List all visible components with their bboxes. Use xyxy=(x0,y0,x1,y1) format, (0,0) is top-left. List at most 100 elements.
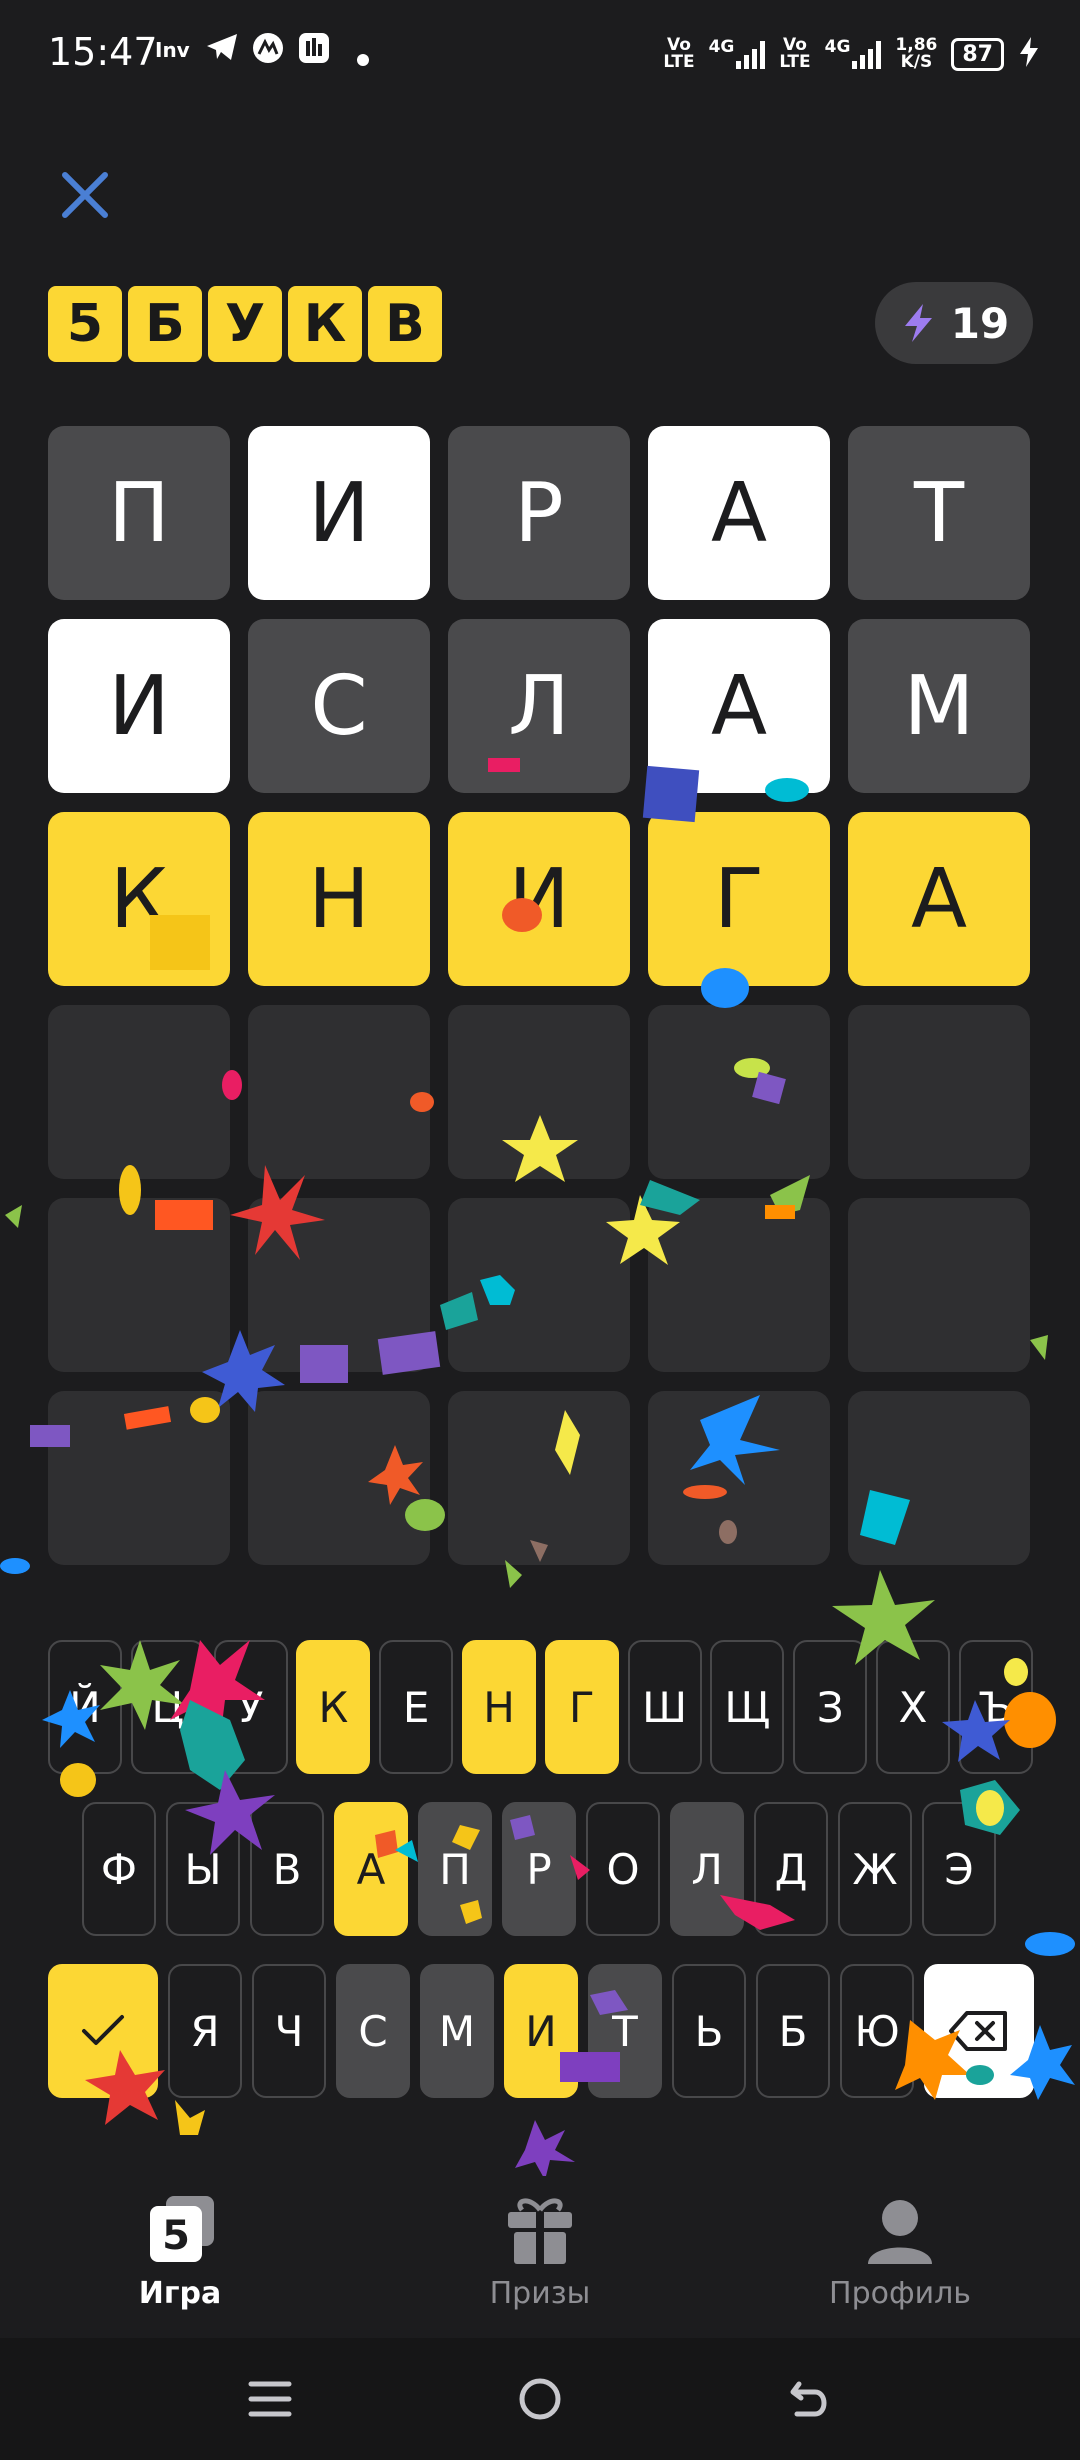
key-unused[interactable]: У xyxy=(213,1640,288,1774)
board-tile-empty xyxy=(648,1198,830,1372)
board-tile-empty xyxy=(448,1198,630,1372)
home-nav-button[interactable] xyxy=(515,2374,565,2428)
check-icon xyxy=(82,2015,124,2045)
key-unused[interactable]: З xyxy=(793,1640,868,1774)
key-unused[interactable]: Ь xyxy=(672,1964,746,2098)
key-unused[interactable]: Д xyxy=(754,1802,828,1936)
status-time: 15:47 xyxy=(48,30,158,74)
board-tile-empty xyxy=(448,1005,630,1179)
telegram-icon xyxy=(205,32,239,70)
board-tile-empty xyxy=(248,1391,430,1565)
app-icon-2 xyxy=(298,32,330,72)
menu-nav-button[interactable] xyxy=(245,2376,295,2426)
key-correct[interactable]: И xyxy=(504,1964,578,2098)
board-tile-empty xyxy=(648,1005,830,1179)
key-correct[interactable]: К xyxy=(296,1640,371,1774)
title-letter: К xyxy=(288,286,362,362)
dot-icon xyxy=(356,40,370,75)
key-unused[interactable]: О xyxy=(586,1802,660,1936)
board-tile-present: А xyxy=(648,619,830,793)
board-tile-empty xyxy=(648,1391,830,1565)
network-speed: 1,86 K/S xyxy=(895,35,938,72)
key-unused[interactable]: Ц xyxy=(130,1640,205,1774)
volte-label-2: Vo LTE xyxy=(779,35,811,72)
board-tile-correct: А xyxy=(848,812,1030,986)
key-absent[interactable]: П xyxy=(418,1802,492,1936)
signal-bars-icon xyxy=(736,39,766,69)
board-tile-empty xyxy=(48,1005,230,1179)
signal-bars-icon xyxy=(852,39,882,69)
backspace-button[interactable] xyxy=(924,1964,1034,2098)
key-unused[interactable]: Е xyxy=(379,1640,454,1774)
menu-icon xyxy=(248,2381,292,2417)
key-correct[interactable]: Г xyxy=(544,1640,619,1774)
charging-icon xyxy=(1018,36,1040,72)
key-unused[interactable]: Я xyxy=(168,1964,242,2098)
system-navigation-bar xyxy=(0,2338,1080,2460)
key-unused[interactable]: Ж xyxy=(838,1802,912,1936)
back-icon xyxy=(790,2381,827,2417)
board-tile-empty xyxy=(248,1005,430,1179)
key-unused[interactable]: Ы xyxy=(166,1802,240,1936)
profile-icon xyxy=(868,2200,932,2264)
key-absent[interactable]: Р xyxy=(502,1802,576,1936)
nav-label-profile: Профиль xyxy=(829,2276,971,2311)
inv-icon: Inv xyxy=(155,38,190,62)
board-tile-empty xyxy=(48,1391,230,1565)
key-absent[interactable]: Т xyxy=(588,1964,662,2098)
nav-item-game[interactable]: 5 Игра xyxy=(50,2194,310,2311)
close-button[interactable] xyxy=(50,160,120,230)
board-tile-absent: С xyxy=(248,619,430,793)
close-icon xyxy=(62,172,108,218)
nav-label-game: Игра xyxy=(138,2276,222,2311)
status-bar: 15:47 Inv Vo LTE 4G Vo LTE 4G 1,86 K/S 87 xyxy=(0,0,1080,110)
key-unused[interactable]: Ч xyxy=(252,1964,326,2098)
board-tile-absent: М xyxy=(848,619,1030,793)
network-label-1: 4G xyxy=(708,37,735,57)
key-unused[interactable]: В xyxy=(250,1802,324,1936)
key-unused[interactable]: Б xyxy=(756,1964,830,2098)
home-icon xyxy=(519,2378,561,2420)
nav-item-profile[interactable]: Профиль xyxy=(770,2194,1030,2311)
gift-icon xyxy=(508,2198,572,2264)
lightning-icon xyxy=(904,304,932,342)
key-absent[interactable]: С xyxy=(336,1964,410,2098)
key-unused[interactable]: Й xyxy=(48,1640,122,1774)
enter-button[interactable] xyxy=(48,1964,158,2098)
backspace-icon xyxy=(949,2011,1007,2051)
energy-count: 19 xyxy=(950,298,1010,348)
board-tile-absent: Т xyxy=(848,426,1030,600)
energy-counter[interactable]: 19 xyxy=(875,282,1033,364)
board-tile-present: И xyxy=(248,426,430,600)
network-label-2: 4G xyxy=(824,37,851,57)
key-unused[interactable]: Щ xyxy=(710,1640,785,1774)
key-correct[interactable]: А xyxy=(334,1802,408,1936)
game-icon-digit: 5 xyxy=(162,2213,190,2259)
board-tile-correct: И xyxy=(448,812,630,986)
battery-indicator: 87 xyxy=(951,37,1004,71)
key-unused[interactable]: Ф xyxy=(82,1802,156,1936)
title-letter: В xyxy=(368,286,442,362)
back-nav-button[interactable] xyxy=(785,2374,835,2428)
bottom-navigation: 5 Игра Призы Профиль xyxy=(0,2176,1080,2338)
nav-label-prizes: Призы xyxy=(489,2276,591,2311)
board-tile-empty xyxy=(848,1198,1030,1372)
key-unused[interactable]: Ъ xyxy=(958,1640,1033,1774)
board-tile-empty xyxy=(848,1391,1030,1565)
board-tile-absent: Р xyxy=(448,426,630,600)
key-absent[interactable]: М xyxy=(420,1964,494,2098)
board-tile-empty xyxy=(248,1198,430,1372)
key-correct[interactable]: Н xyxy=(462,1640,536,1774)
board-tile-absent: П xyxy=(48,426,230,600)
key-unused[interactable]: Ю xyxy=(840,1964,914,2098)
key-absent[interactable]: Л xyxy=(670,1802,744,1936)
title-letter: 5 xyxy=(48,286,122,362)
game-title: 5 Б У К В xyxy=(48,286,442,362)
title-letter: У xyxy=(208,286,282,362)
key-unused[interactable]: Ш xyxy=(627,1640,702,1774)
key-unused[interactable]: Э xyxy=(922,1802,996,1936)
status-right: Vo LTE 4G Vo LTE 4G 1,86 K/S 87 xyxy=(663,36,1040,72)
board-tile-correct: Г xyxy=(648,812,830,986)
nav-item-prizes[interactable]: Призы xyxy=(410,2194,670,2311)
key-unused[interactable]: Х xyxy=(876,1640,950,1774)
